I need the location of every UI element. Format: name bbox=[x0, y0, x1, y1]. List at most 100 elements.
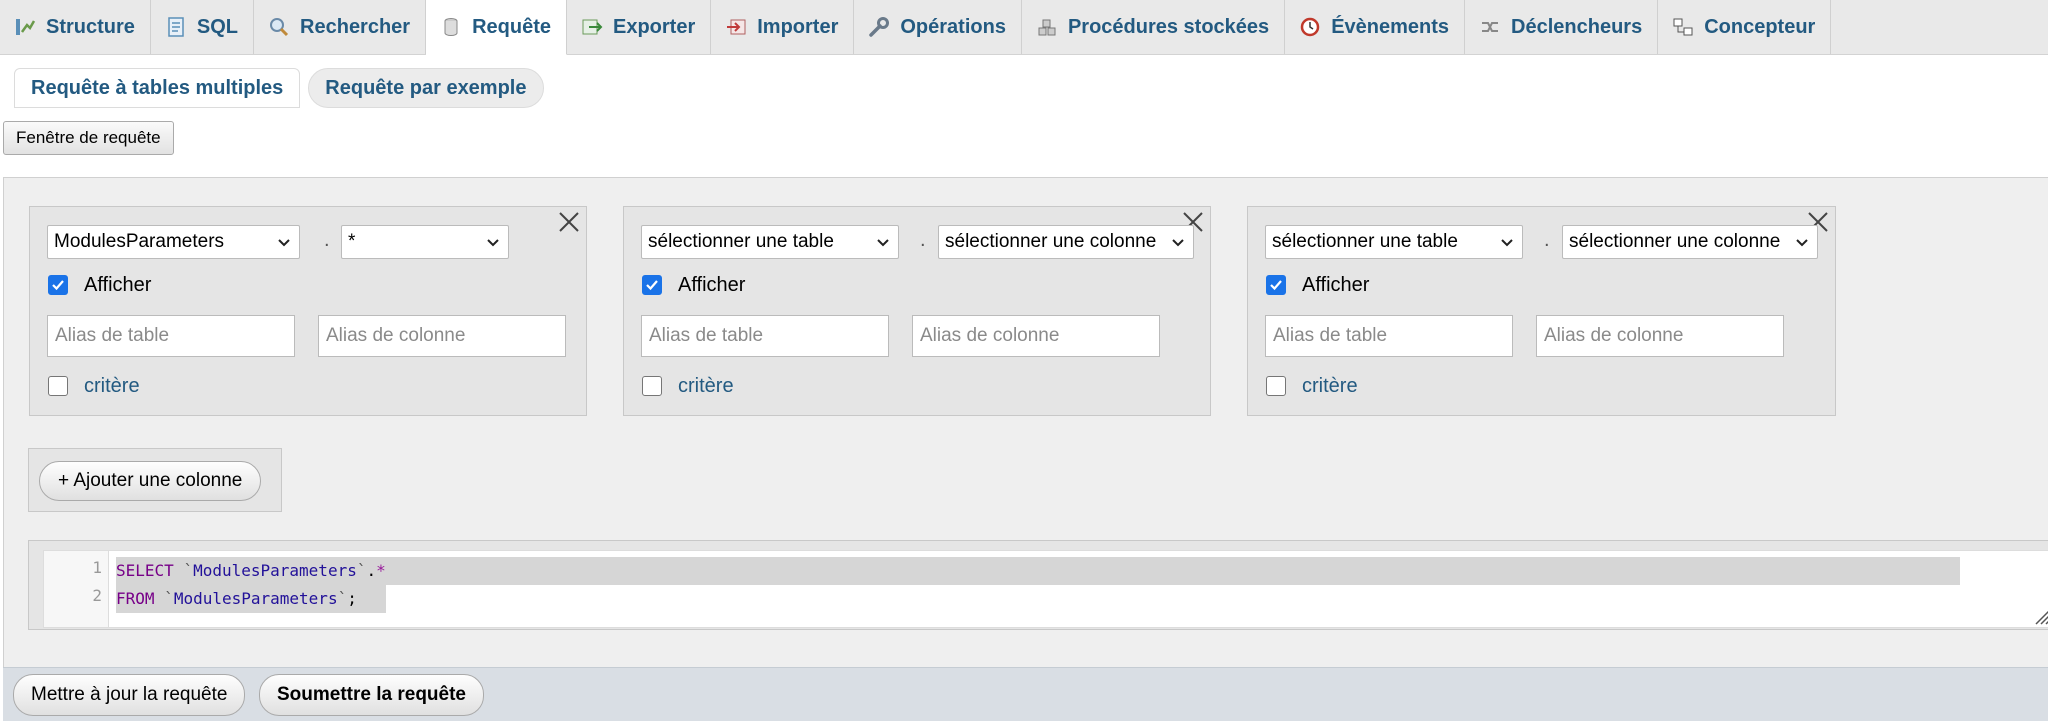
column-select-value: * bbox=[348, 231, 356, 252]
tab-events[interactable]: Évènements bbox=[1285, 0, 1466, 54]
tab-export[interactable]: Exporter bbox=[567, 0, 712, 54]
show-checkbox[interactable] bbox=[1266, 275, 1286, 295]
tab-label: Importer bbox=[757, 15, 839, 38]
query-window-button[interactable]: Fenêtre de requête bbox=[3, 121, 174, 155]
criteria-checkbox[interactable] bbox=[48, 376, 68, 396]
table-select-value: sélectionner une table bbox=[1272, 231, 1458, 252]
chevron-down-icon bbox=[487, 239, 499, 247]
sql-star: * bbox=[376, 561, 386, 580]
table-select[interactable]: sélectionner une table bbox=[641, 225, 899, 259]
line-number-gutter: 1 2 bbox=[44, 551, 109, 627]
chevron-down-icon bbox=[1501, 239, 1513, 247]
column-box-3: sélectionner une table . sélectionner un… bbox=[1247, 206, 1836, 416]
selection-highlight bbox=[116, 557, 1960, 585]
add-column-box: + Ajouter une colonne bbox=[28, 448, 282, 512]
tab-label: Structure bbox=[46, 15, 135, 38]
subtab-multi-table[interactable]: Requête à tables multiples bbox=[14, 68, 301, 108]
table-select[interactable]: ModulesParameters bbox=[47, 225, 300, 259]
sql-editor[interactable]: 1 2 SELECT `ModulesParameters`.* FROM `M… bbox=[43, 550, 2048, 628]
column-select[interactable]: * bbox=[341, 225, 509, 259]
criteria-checkbox[interactable] bbox=[1266, 376, 1286, 396]
show-label: Afficher bbox=[1302, 274, 1370, 296]
column-separator: . bbox=[324, 229, 330, 251]
line-number: 2 bbox=[92, 586, 102, 605]
sql-keyword: SELECT bbox=[116, 561, 174, 580]
resize-grip-icon[interactable] bbox=[2032, 605, 2048, 625]
action-bar: Mettre à jour la requête Soumettre la re… bbox=[3, 667, 2048, 721]
criteria-label[interactable]: critère bbox=[678, 375, 734, 398]
sql-semicolon: ; bbox=[347, 589, 357, 608]
criteria-label[interactable]: critère bbox=[1302, 375, 1358, 398]
sql-identifier: ModulesParameters bbox=[173, 589, 338, 608]
add-column-button[interactable]: + Ajouter une colonne bbox=[39, 461, 262, 501]
column-box-2: sélectionner une table . sélectionner un… bbox=[623, 206, 1211, 416]
criteria-checkbox[interactable] bbox=[642, 376, 662, 396]
show-label: Afficher bbox=[84, 274, 152, 296]
column-select[interactable]: sélectionner une colonne bbox=[938, 225, 1194, 259]
tab-triggers[interactable]: Déclencheurs bbox=[1465, 0, 1659, 54]
chevron-down-icon bbox=[278, 239, 290, 247]
search-icon bbox=[270, 18, 289, 37]
import-icon bbox=[727, 19, 746, 35]
backtick: ` bbox=[337, 589, 348, 608]
chevron-down-icon bbox=[1796, 239, 1808, 247]
table-select[interactable]: sélectionner une table bbox=[1265, 225, 1523, 259]
column-separator: . bbox=[920, 229, 926, 251]
table-select-value: sélectionner une table bbox=[648, 231, 834, 252]
clock-icon bbox=[1300, 17, 1320, 37]
check-icon bbox=[1270, 280, 1282, 291]
close-icon[interactable] bbox=[556, 209, 582, 235]
designer-icon bbox=[1673, 18, 1693, 36]
show-checkbox[interactable] bbox=[48, 275, 68, 295]
table-alias-input[interactable]: Alias de table bbox=[641, 315, 889, 357]
sql-keyword: FROM bbox=[116, 589, 155, 608]
sql-identifier: ModulesParameters bbox=[193, 561, 357, 580]
backtick: ` bbox=[183, 561, 194, 580]
tab-label: Procédures stockées bbox=[1067, 15, 1270, 38]
sql-icon bbox=[168, 17, 184, 37]
tab-label: Évènements bbox=[1331, 15, 1450, 38]
column-alias-input[interactable]: Alias de colonne bbox=[1536, 315, 1784, 357]
database-icon bbox=[444, 18, 458, 37]
tab-label: Rechercher bbox=[300, 15, 411, 38]
tab-search[interactable]: Rechercher bbox=[254, 0, 427, 54]
column-separator: . bbox=[1544, 229, 1550, 251]
table-select-value: ModulesParameters bbox=[54, 231, 225, 252]
column-alias-input[interactable]: Alias de colonne bbox=[912, 315, 1160, 357]
sql-dot: . bbox=[366, 561, 377, 580]
tab-label: SQL bbox=[196, 15, 239, 38]
update-query-button[interactable]: Mettre à jour la requête bbox=[13, 674, 246, 716]
tab-query[interactable]: Requête bbox=[426, 0, 567, 55]
export-icon bbox=[582, 19, 603, 35]
tab-label: Requête bbox=[472, 15, 551, 38]
routines-icon bbox=[1038, 19, 1056, 36]
tab-label: Exporter bbox=[613, 15, 696, 38]
column-alias-input[interactable]: Alias de colonne bbox=[318, 315, 566, 357]
tab-operations[interactable]: Opérations bbox=[854, 0, 1022, 54]
trigger-icon bbox=[1482, 22, 1499, 32]
criteria-label[interactable]: critère bbox=[84, 375, 140, 398]
tab-routines[interactable]: Procédures stockées bbox=[1022, 0, 1286, 54]
tab-structure[interactable]: Structure bbox=[0, 0, 151, 54]
chevron-down-icon bbox=[1172, 239, 1184, 247]
show-checkbox[interactable] bbox=[642, 275, 662, 295]
subtab-query-by-example[interactable]: Requête par exemple bbox=[308, 68, 544, 108]
query-builder-panel: ModulesParameters . * Afficher Alias de … bbox=[3, 177, 2048, 669]
table-alias-input[interactable]: Alias de table bbox=[47, 315, 295, 357]
tab-import[interactable]: Importer bbox=[711, 0, 855, 54]
tab-label: Opérations bbox=[900, 15, 1006, 38]
column-select-value: sélectionner une colonne bbox=[1569, 231, 1781, 252]
submit-query-button[interactable]: Soumettre la requête bbox=[259, 674, 484, 716]
tab-sql[interactable]: SQL bbox=[151, 0, 255, 54]
tab-label: Concepteur bbox=[1704, 15, 1816, 38]
code-line-1: SELECT `ModulesParameters`.* bbox=[116, 558, 386, 584]
line-number: 1 bbox=[92, 558, 102, 577]
table-alias-input[interactable]: Alias de table bbox=[1265, 315, 1513, 357]
backtick: ` bbox=[164, 589, 174, 608]
chevron-down-icon bbox=[877, 239, 889, 247]
tab-designer[interactable]: Concepteur bbox=[1658, 0, 1832, 54]
column-box-1: ModulesParameters . * Afficher Alias de … bbox=[29, 206, 587, 416]
query-subtabs: Requête à tables multiples Requête par e… bbox=[14, 68, 544, 108]
column-select[interactable]: sélectionner une colonne bbox=[1562, 225, 1818, 259]
sql-editor-container: 1 2 SELECT `ModulesParameters`.* FROM `M… bbox=[28, 540, 2048, 630]
